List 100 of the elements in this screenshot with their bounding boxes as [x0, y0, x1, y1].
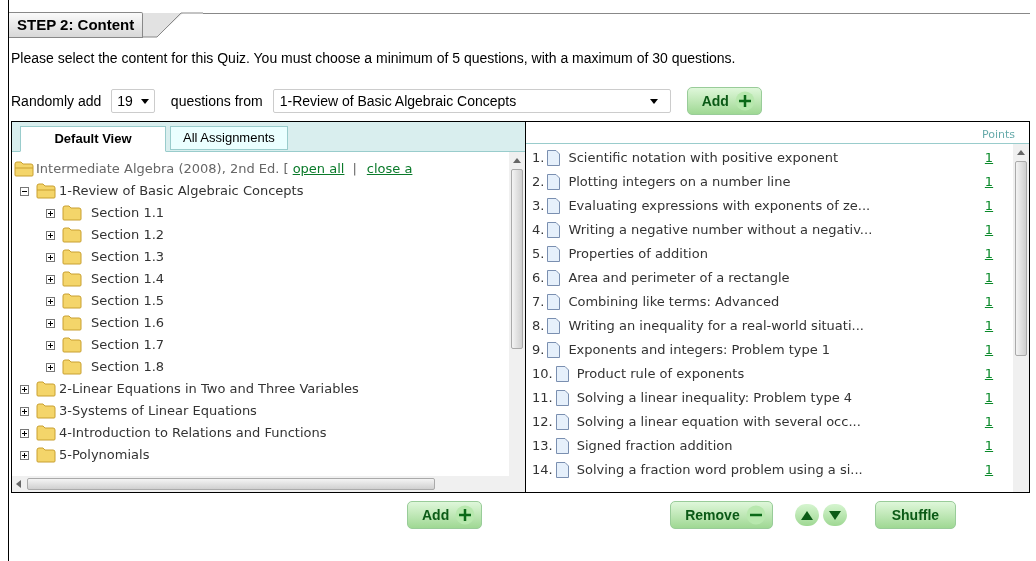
- question-number: 1.: [532, 149, 545, 168]
- tab[interactable]: All Assignments: [170, 126, 288, 150]
- scroll-left-icon[interactable]: [16, 480, 21, 488]
- document-icon: [555, 462, 569, 478]
- vertical-scrollbar[interactable]: [509, 152, 525, 492]
- tree-item[interactable]: 4-Introduction to Relations and Functions: [59, 423, 327, 443]
- plus-box-icon[interactable]: [46, 274, 55, 284]
- question-title[interactable]: Scientific notation with positive exponent: [568, 148, 979, 168]
- question-title[interactable]: Exponents and integers: Problem type 1: [568, 340, 979, 360]
- question-number: 14.: [532, 461, 553, 480]
- folder-icon: [62, 205, 82, 221]
- question-title[interactable]: Solving a fraction word problem using a si...: [576, 460, 979, 480]
- points-link[interactable]: 1: [979, 268, 999, 288]
- folder-icon: [62, 337, 82, 353]
- points-link[interactable]: 1: [979, 148, 999, 168]
- tree-item[interactable]: 5-Polynomials: [59, 445, 150, 465]
- shuffle-button[interactable]: Shuffle: [874, 501, 957, 529]
- folder-icon: [62, 315, 82, 331]
- points-link[interactable]: 1: [979, 196, 999, 216]
- document-icon: [547, 174, 561, 190]
- horizontal-scrollbar[interactable]: [12, 476, 509, 492]
- add-button[interactable]: Add: [407, 501, 483, 529]
- plus-box-icon[interactable]: [20, 450, 29, 460]
- question-title[interactable]: Plotting integers on a number line: [568, 172, 979, 192]
- question-title[interactable]: Area and perimeter of a rectangle: [568, 268, 979, 288]
- folder-icon: [62, 227, 82, 243]
- folder-icon: [62, 271, 82, 287]
- folder-icon: [14, 161, 34, 177]
- tree-item[interactable]: 3-Systems of Linear Equations: [59, 401, 257, 421]
- question-title[interactable]: Writing a negative number without a negativ...: [568, 220, 979, 240]
- points-link[interactable]: 1: [979, 460, 999, 480]
- points-link[interactable]: 1: [979, 316, 999, 336]
- move-up-button[interactable]: [794, 504, 819, 526]
- plus-icon: [455, 505, 476, 525]
- plus-box-icon[interactable]: [46, 252, 55, 262]
- tree-item[interactable]: Section 1.1: [91, 203, 165, 223]
- question-number: 10.: [532, 365, 553, 384]
- scroll-up-icon[interactable]: [513, 158, 521, 163]
- question-title[interactable]: Evaluating expressions with exponents of ze...: [568, 196, 979, 216]
- plus-box-icon[interactable]: [46, 230, 55, 240]
- points-link[interactable]: 1: [979, 340, 999, 360]
- points-link[interactable]: 1: [979, 388, 999, 408]
- folder-icon: [36, 183, 56, 199]
- add-button[interactable]: Add: [686, 87, 762, 115]
- points-link[interactable]: 1: [979, 220, 999, 240]
- plus-box-icon[interactable]: [46, 318, 55, 328]
- document-icon: [555, 390, 569, 406]
- folder-icon: [36, 381, 56, 397]
- document-icon: [547, 318, 561, 334]
- document-icon: [547, 246, 561, 262]
- question-number: 12.: [532, 413, 553, 432]
- points-link[interactable]: 1: [979, 412, 999, 432]
- move-down-button[interactable]: [822, 504, 847, 526]
- folder-icon: [62, 249, 82, 265]
- points-link[interactable]: 1: [979, 436, 999, 456]
- plus-box-icon[interactable]: [46, 340, 55, 350]
- tree-link[interactable]: close a: [366, 159, 413, 179]
- tree-item[interactable]: 2-Linear Equations in Two and Three Variables: [59, 379, 359, 399]
- scroll-up-icon[interactable]: [1017, 150, 1025, 155]
- tree-item[interactable]: Section 1.3: [91, 247, 165, 267]
- tree-item[interactable]: 1-Review of Basic Algebraic Concepts: [59, 181, 304, 201]
- folder-icon: [36, 447, 56, 463]
- plus-box-icon[interactable]: [46, 362, 55, 372]
- minus-box-icon[interactable]: [20, 186, 29, 196]
- tab[interactable]: Default View: [20, 126, 166, 152]
- document-icon: [547, 294, 561, 310]
- question-title[interactable]: Solving a linear inequality: Problem type 4: [576, 388, 979, 408]
- question-title[interactable]: Writing an inequality for a real-world situati...: [568, 316, 979, 336]
- remove-button[interactable]: Remove: [670, 501, 773, 529]
- question-title[interactable]: Properties of addition: [568, 244, 979, 264]
- tree-item[interactable]: Section 1.4: [91, 269, 165, 289]
- question-title[interactable]: Product rule of exponents: [576, 364, 979, 384]
- document-icon: [555, 366, 569, 382]
- document-icon: [555, 438, 569, 454]
- question-number: 8.: [532, 317, 545, 336]
- tree-link[interactable]: open all: [292, 159, 345, 179]
- plus-box-icon[interactable]: [20, 384, 29, 394]
- question-title[interactable]: Combining like terms: Advanced: [568, 292, 979, 312]
- plus-box-icon[interactable]: [20, 406, 29, 416]
- plus-box-icon[interactable]: [46, 296, 55, 306]
- vertical-scrollbar[interactable]: [1013, 144, 1029, 492]
- points-link[interactable]: 1: [979, 244, 999, 264]
- tree-item[interactable]: Section 1.2: [91, 225, 165, 245]
- tree-item[interactable]: Section 1.7: [91, 335, 165, 355]
- points-link[interactable]: 1: [979, 364, 999, 384]
- question-number: 2.: [532, 173, 545, 192]
- question-title[interactable]: Signed fraction addition: [576, 436, 979, 456]
- plus-box-icon[interactable]: [20, 428, 29, 438]
- points-link[interactable]: 1: [979, 172, 999, 192]
- tree-item[interactable]: Section 1.5: [91, 291, 165, 311]
- question-title[interactable]: Solving a linear equation with several occ...: [576, 412, 979, 432]
- folder-icon: [36, 425, 56, 441]
- points-link[interactable]: 1: [979, 292, 999, 312]
- question-number: 5.: [532, 245, 545, 264]
- question-number: 3.: [532, 197, 545, 216]
- tree-item[interactable]: Section 1.6: [91, 313, 165, 333]
- source-dropdown[interactable]: 1-Review of Basic Algebraic Concepts: [272, 89, 671, 113]
- count-dropdown[interactable]: 19: [111, 89, 155, 113]
- tree-item[interactable]: Section 1.8: [91, 357, 165, 377]
- plus-box-icon[interactable]: [46, 208, 55, 218]
